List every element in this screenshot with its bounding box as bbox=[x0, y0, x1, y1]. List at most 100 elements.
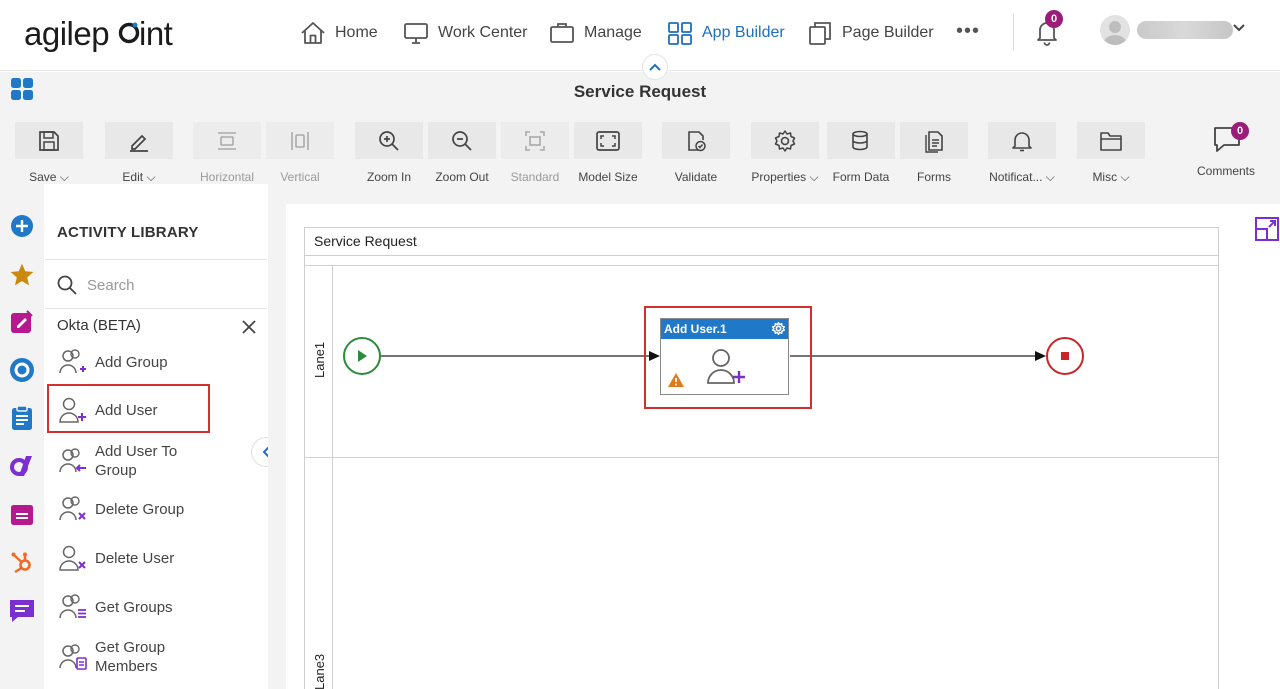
folder-icon bbox=[1100, 131, 1122, 151]
agilepoint-a-icon bbox=[10, 456, 32, 476]
forms-label: Forms bbox=[917, 170, 951, 184]
fit-screen-icon bbox=[596, 130, 620, 151]
nav-page-builder[interactable]: Page Builder bbox=[807, 19, 934, 47]
lane-label: Lane1 bbox=[312, 341, 327, 378]
nav-manage-label: Manage bbox=[584, 24, 642, 41]
rail-documents[interactable] bbox=[8, 501, 36, 529]
user-name-redacted[interactable] bbox=[1137, 21, 1233, 39]
left-icon-rail bbox=[0, 184, 44, 689]
briefcase-icon bbox=[550, 23, 574, 43]
rail-tasks[interactable] bbox=[8, 404, 36, 432]
activity-add-group[interactable]: Add Group bbox=[47, 346, 257, 378]
standard-size-button[interactable]: Standard bbox=[501, 120, 569, 184]
nav-work-center-label: Work Center bbox=[438, 24, 528, 41]
lane-3[interactable]: Lane3 bbox=[305, 457, 1218, 689]
form-data-button[interactable]: Form Data bbox=[827, 120, 895, 184]
forms-icon bbox=[925, 130, 943, 153]
lane-label: Lane3 bbox=[312, 653, 327, 689]
edit-button[interactable]: Edit ⌵ bbox=[105, 120, 173, 184]
model-size-label: Model Size bbox=[578, 170, 638, 184]
top-navigation: agilep int Home Work Center Manage App B… bbox=[0, 0, 1280, 71]
nav-divider bbox=[1013, 14, 1014, 50]
activity-get-groups[interactable]: Get Groups bbox=[47, 591, 257, 623]
close-icon[interactable] bbox=[242, 320, 256, 334]
chevron-down-icon: ⌵ bbox=[146, 170, 156, 184]
rail-messages[interactable] bbox=[8, 596, 36, 624]
chevron-down-icon: ⌵ bbox=[1120, 170, 1130, 184]
delete-user-icon bbox=[59, 545, 86, 571]
pages-icon bbox=[809, 22, 831, 45]
comments-button[interactable]: Comments bbox=[1190, 120, 1262, 180]
zoom-out-button[interactable]: Zoom Out bbox=[428, 120, 496, 184]
more-menu-button[interactable]: ••• bbox=[956, 20, 980, 43]
rail-add[interactable] bbox=[8, 212, 36, 240]
nav-home[interactable]: Home bbox=[300, 19, 378, 47]
pencil-icon bbox=[130, 134, 148, 152]
lane-header: Lane1 bbox=[305, 266, 333, 458]
activity-add-user-to-group[interactable]: Add User To Group bbox=[47, 440, 257, 482]
horizontal-layout-button[interactable]: Horizontal bbox=[193, 120, 261, 184]
end-event[interactable] bbox=[1046, 337, 1084, 375]
gear-icon bbox=[774, 129, 796, 152]
nav-home-label: Home bbox=[335, 24, 378, 41]
save-button[interactable]: Save ⌵ bbox=[15, 120, 83, 184]
nav-manage[interactable]: Manage bbox=[549, 19, 642, 47]
activity-label: Get Group Members bbox=[95, 639, 166, 675]
activity-library-panel: ACTIVITY LIBRARY Okta (BETA) Add Group A… bbox=[45, 204, 267, 689]
svg-text:int: int bbox=[139, 15, 173, 52]
rail-favorites[interactable] bbox=[8, 261, 36, 289]
user-avatar[interactable] bbox=[1100, 15, 1130, 45]
properties-button[interactable]: Properties ⌵ bbox=[751, 120, 819, 184]
rail-okta[interactable] bbox=[8, 356, 36, 384]
misc-button[interactable]: Misc ⌵ bbox=[1077, 120, 1145, 184]
add-user-highlight-box bbox=[47, 384, 210, 433]
title-bar: Service Request bbox=[0, 72, 1280, 112]
edit-form-icon bbox=[11, 310, 33, 333]
activity-label: Get Groups bbox=[95, 598, 173, 616]
get-group-members-icon bbox=[59, 644, 87, 670]
activity-get-group-members[interactable]: Get Group Members bbox=[47, 636, 257, 678]
zoom-in-button[interactable]: Zoom In bbox=[355, 120, 423, 184]
notifications-button[interactable]: Notificat... ⌵ bbox=[988, 120, 1056, 184]
activity-label: Delete User bbox=[95, 549, 175, 567]
home-icon bbox=[301, 22, 325, 44]
nav-app-builder-label: App Builder bbox=[702, 24, 785, 41]
library-search-input[interactable] bbox=[87, 272, 257, 298]
hubspot-icon bbox=[11, 552, 31, 574]
properties-label: Properties bbox=[751, 170, 807, 184]
chevron-down-icon[interactable] bbox=[1231, 20, 1247, 36]
start-event[interactable] bbox=[343, 337, 381, 375]
notification-count-badge: 0 bbox=[1045, 10, 1063, 28]
expand-icon[interactable] bbox=[1254, 216, 1280, 242]
nav-work-center[interactable]: Work Center bbox=[403, 19, 528, 47]
clipboard-icon bbox=[12, 405, 32, 430]
standard-size-icon bbox=[525, 130, 545, 151]
okta-icon bbox=[10, 358, 34, 382]
activity-label: Add User To Group bbox=[95, 443, 178, 479]
model-size-button[interactable]: Model Size bbox=[574, 120, 642, 184]
chevron-down-icon: ⌵ bbox=[1045, 170, 1055, 184]
collapse-header-button[interactable] bbox=[642, 54, 668, 80]
activity-delete-group[interactable]: Delete Group bbox=[47, 493, 257, 525]
nav-app-builder[interactable]: App Builder bbox=[667, 19, 785, 47]
lane-header: Lane3 bbox=[305, 458, 333, 689]
activity-label: Delete Group bbox=[95, 500, 185, 518]
pool-title: Service Request bbox=[305, 228, 1218, 256]
star-icon bbox=[10, 263, 34, 286]
process-pool[interactable]: Service Request Lane1 Lane3 bbox=[304, 227, 1219, 689]
rail-agilepoint[interactable] bbox=[8, 452, 36, 480]
nav-page-builder-label: Page Builder bbox=[842, 24, 934, 41]
bell-icon bbox=[1012, 131, 1032, 151]
search-icon bbox=[57, 275, 77, 295]
document-icon bbox=[11, 505, 33, 525]
rail-hubspot[interactable] bbox=[8, 549, 36, 577]
zoom-in-icon bbox=[379, 130, 399, 151]
agilepoint-logo[interactable]: agilep int bbox=[24, 14, 184, 54]
forms-button[interactable]: Forms bbox=[900, 120, 968, 184]
horizontal-align-icon bbox=[218, 131, 236, 150]
activity-delete-user[interactable]: Delete User bbox=[47, 542, 257, 574]
rail-forms[interactable] bbox=[8, 308, 36, 336]
vertical-layout-button[interactable]: Vertical bbox=[266, 120, 334, 184]
activity-label: Add Group bbox=[95, 353, 168, 371]
validate-button[interactable]: Validate bbox=[662, 120, 730, 184]
